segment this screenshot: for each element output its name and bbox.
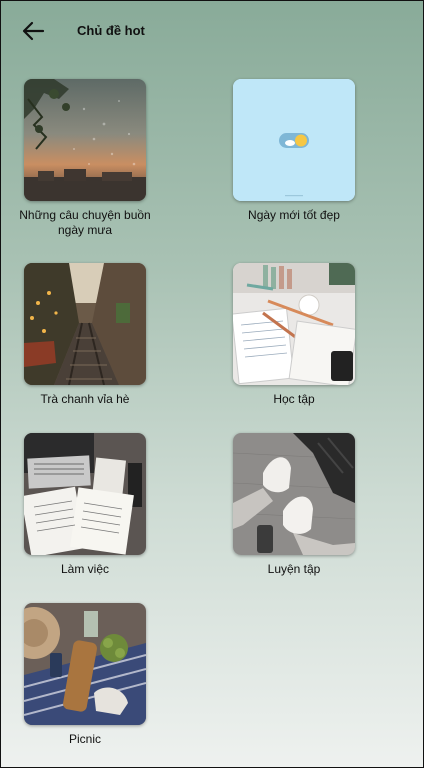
topic-card-study[interactable]: Học tập bbox=[233, 263, 355, 407]
topic-label: Làm việc bbox=[60, 562, 110, 576]
topic-label: Học tập bbox=[273, 392, 315, 406]
street-railway-image bbox=[24, 263, 146, 385]
topic-label: Picnic bbox=[68, 732, 101, 746]
top-app-bar: Chủ đề hot bbox=[1, 1, 423, 61]
topic-label: Ngày mới tốt đẹp bbox=[248, 208, 340, 222]
study-desk-image bbox=[233, 263, 355, 385]
page-title: Chủ đề hot bbox=[77, 23, 145, 38]
screen: Chủ đề hot Những câu chuyện buồn ngày mư… bbox=[0, 0, 424, 768]
topic-card-rainy-stories[interactable]: Những câu chuyện buồn ngày mưa bbox=[19, 79, 151, 238]
topic-label: Những câu chuyện buồn ngày mưa bbox=[19, 208, 151, 237]
topic-card-street-tea[interactable]: Trà chanh vỉa hè bbox=[24, 263, 146, 407]
topic-card-picnic[interactable]: Picnic bbox=[24, 603, 146, 747]
topic-label: Luyện tập bbox=[267, 562, 321, 576]
sneakers-foam-roller-image bbox=[233, 433, 355, 555]
topic-card-exercise[interactable]: Luyện tập bbox=[233, 433, 355, 577]
laptop-notebook-image bbox=[24, 433, 146, 555]
picnic-food-image bbox=[24, 603, 146, 725]
arrow-left-icon bbox=[22, 21, 45, 41]
toggle-sun-cloud-image bbox=[233, 79, 355, 201]
rainy-window-sunset-image bbox=[24, 79, 146, 201]
back-button[interactable] bbox=[19, 18, 47, 44]
topic-card-good-day[interactable]: Ngày mới tốt đẹp bbox=[233, 79, 355, 223]
topic-card-work[interactable]: Làm việc bbox=[24, 433, 146, 577]
topic-label: Trà chanh vỉa hè bbox=[40, 392, 130, 406]
